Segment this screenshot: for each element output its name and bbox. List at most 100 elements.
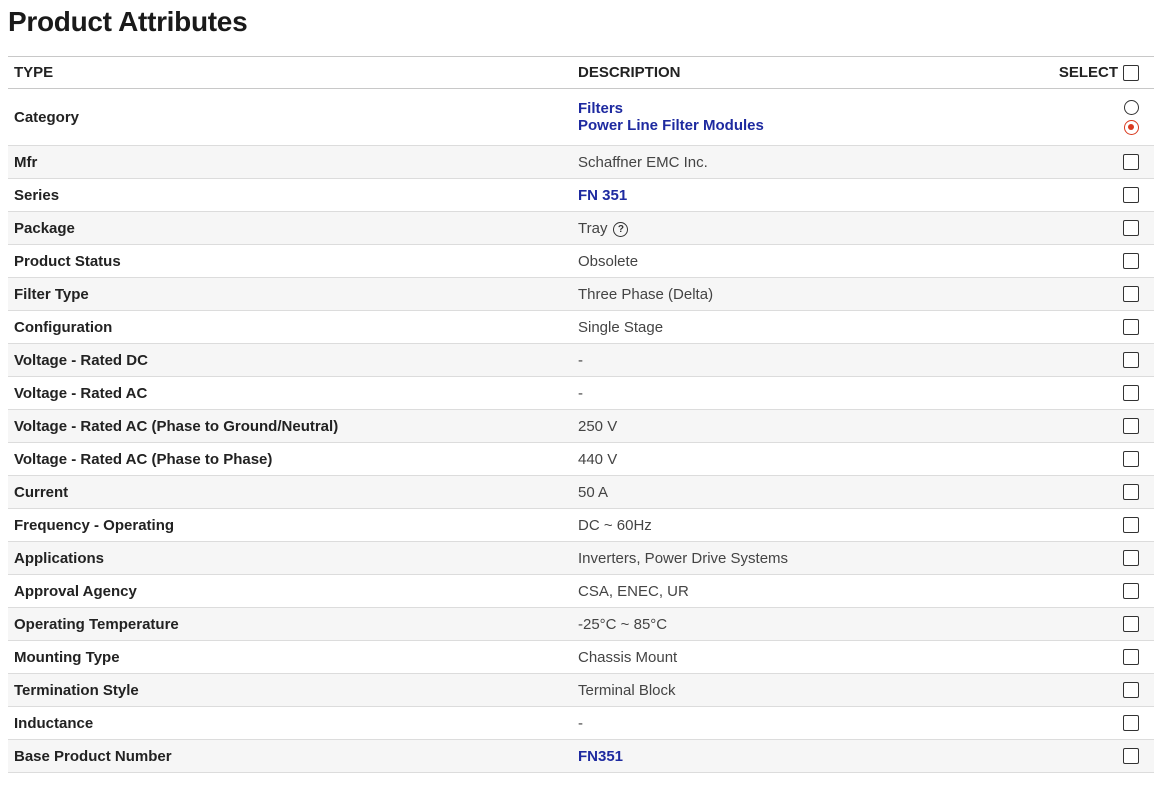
table-row-approval-agency: Approval Agency CSA, ENEC, UR (8, 574, 1154, 608)
row-select-checkbox[interactable] (1123, 187, 1139, 203)
row-description: Chassis Mount (572, 640, 1004, 674)
row-select-cell (1123, 541, 1154, 575)
description-link[interactable]: FN351 (578, 748, 998, 765)
row-description: Filters Power Line Filter Modules (572, 88, 1004, 146)
row-select-checkbox[interactable] (1123, 583, 1139, 599)
page-title: Product Attributes (8, 6, 248, 37)
row-description: Inverters, Power Drive Systems (572, 541, 1004, 575)
description-value: Chassis Mount (578, 648, 678, 666)
row-select-cell (1123, 310, 1154, 344)
row-select-cell (1123, 211, 1154, 245)
row-description: FN351 (572, 739, 1004, 773)
table-row-voltage-rated-ac-phase-to-ground-neutral: Voltage - Rated AC (Phase to Ground/Neut… (8, 409, 1154, 443)
row-description: - (572, 343, 1004, 377)
description-value: Inverters, Power Drive Systems (578, 549, 789, 567)
row-select-cell (1123, 739, 1154, 773)
description-value: Terminal Block (578, 681, 676, 699)
category-link-power-line-filter-modules[interactable]: Power Line Filter Modules (578, 117, 998, 134)
table-row-mfr: Mfr Schaffner EMC Inc. (8, 145, 1154, 179)
select-column-header: SELECT (1004, 56, 1124, 89)
table-row-inductance: Inductance - (8, 706, 1154, 740)
row-type-label: Series (8, 178, 572, 212)
description-value: 50 A (578, 483, 609, 501)
row-select-cell (1123, 178, 1154, 212)
row-select-checkbox[interactable] (1123, 319, 1139, 335)
row-description: - (572, 376, 1004, 410)
row-description: Tray? (572, 211, 1004, 245)
select-all-checkbox[interactable] (1123, 64, 1139, 81)
row-type-label: Category (8, 88, 572, 146)
row-select-checkbox[interactable] (1123, 286, 1139, 302)
row-select-checkbox[interactable] (1123, 220, 1139, 236)
question-circle-icon[interactable]: ? (613, 221, 629, 237)
description-column-header: DESCRIPTION (572, 56, 1004, 89)
row-description: 50 A (572, 475, 1004, 509)
table-row-termination-style: Termination Style Terminal Block (8, 673, 1154, 707)
row-select-checkbox[interactable] (1123, 682, 1139, 698)
description-value: - (578, 714, 583, 732)
description-value: DC ~ 60Hz (578, 516, 652, 534)
table-row-filter-type: Filter Type Three Phase (Delta) (8, 277, 1154, 311)
row-type-label: Voltage - Rated AC (Phase to Phase) (8, 442, 572, 476)
row-type-label: Voltage - Rated AC (8, 376, 572, 410)
description-link[interactable]: FN 351 (578, 187, 998, 204)
row-select-cell (1123, 277, 1154, 311)
row-description: - (572, 706, 1004, 740)
row-description: DC ~ 60Hz (572, 508, 1004, 542)
row-select-checkbox[interactable] (1123, 451, 1139, 467)
row-select-cell (1123, 376, 1154, 410)
table-row-base-product-number: Base Product Number FN351 (8, 739, 1154, 773)
table-row-voltage-rated-dc: Voltage - Rated DC - (8, 343, 1154, 377)
row-select-cell (1123, 640, 1154, 674)
row-select-checkbox[interactable] (1123, 550, 1139, 566)
row-select-cell (1123, 442, 1154, 476)
row-type-label: Inductance (8, 706, 572, 740)
row-description: 250 V (572, 409, 1004, 443)
row-select-checkbox[interactable] (1123, 253, 1139, 269)
row-select-cell (1123, 244, 1154, 278)
row-select-checkbox[interactable] (1123, 154, 1139, 170)
row-select-checkbox[interactable] (1123, 715, 1139, 731)
row-select-cell (1123, 508, 1154, 542)
row-select-checkbox[interactable] (1123, 616, 1139, 632)
row-select-cell (1123, 145, 1154, 179)
row-type-label: Mfr (8, 145, 572, 179)
row-description: Terminal Block (572, 673, 1004, 707)
row-type-label: Voltage - Rated AC (Phase to Ground/Neut… (8, 409, 572, 443)
row-type-label: Applications (8, 541, 572, 575)
row-select-checkbox[interactable] (1123, 748, 1139, 764)
description-value: Single Stage (578, 318, 664, 336)
row-select-cell (1123, 673, 1154, 707)
row-select-checkbox[interactable] (1123, 649, 1139, 665)
row-type-label: Operating Temperature (8, 607, 572, 641)
category-select-cell (1123, 88, 1154, 146)
row-type-label: Approval Agency (8, 574, 572, 608)
row-select-checkbox[interactable] (1123, 517, 1139, 533)
description-value: Obsolete (578, 252, 639, 270)
description-value: Tray (578, 219, 608, 237)
row-select-checkbox[interactable] (1123, 484, 1139, 500)
description-value: Three Phase (Delta) (578, 285, 714, 303)
row-type-label: Mounting Type (8, 640, 572, 674)
select-all-cell (1123, 56, 1154, 89)
table-row-current: Current 50 A (8, 475, 1154, 509)
row-select-checkbox[interactable] (1123, 418, 1139, 434)
category-radio-filters[interactable] (1123, 99, 1139, 115)
description-value: -25°C ~ 85°C (578, 615, 668, 633)
category-link-filters[interactable]: Filters (578, 100, 998, 117)
row-type-label: Frequency - Operating (8, 508, 572, 542)
description-value: CSA, ENEC, UR (578, 582, 689, 600)
table-row-category: Category Filters Power Line Filter Modul… (8, 88, 1154, 146)
row-description: Single Stage (572, 310, 1004, 344)
row-description: Obsolete (572, 244, 1004, 278)
table-row-operating-temperature: Operating Temperature -25°C ~ 85°C (8, 607, 1154, 641)
row-description: FN 351 (572, 178, 1004, 212)
category-radio-power-line-filter-modules[interactable] (1123, 119, 1139, 135)
table-row-voltage-rated-ac-phase-to-phase: Voltage - Rated AC (Phase to Phase) 440 V (8, 442, 1154, 476)
row-select-checkbox[interactable] (1123, 385, 1139, 401)
table-row-frequency-operating: Frequency - Operating DC ~ 60Hz (8, 508, 1154, 542)
row-select-cell (1123, 475, 1154, 509)
row-select-checkbox[interactable] (1123, 352, 1139, 368)
description-value: 250 V (578, 417, 618, 435)
row-type-label: Configuration (8, 310, 572, 344)
